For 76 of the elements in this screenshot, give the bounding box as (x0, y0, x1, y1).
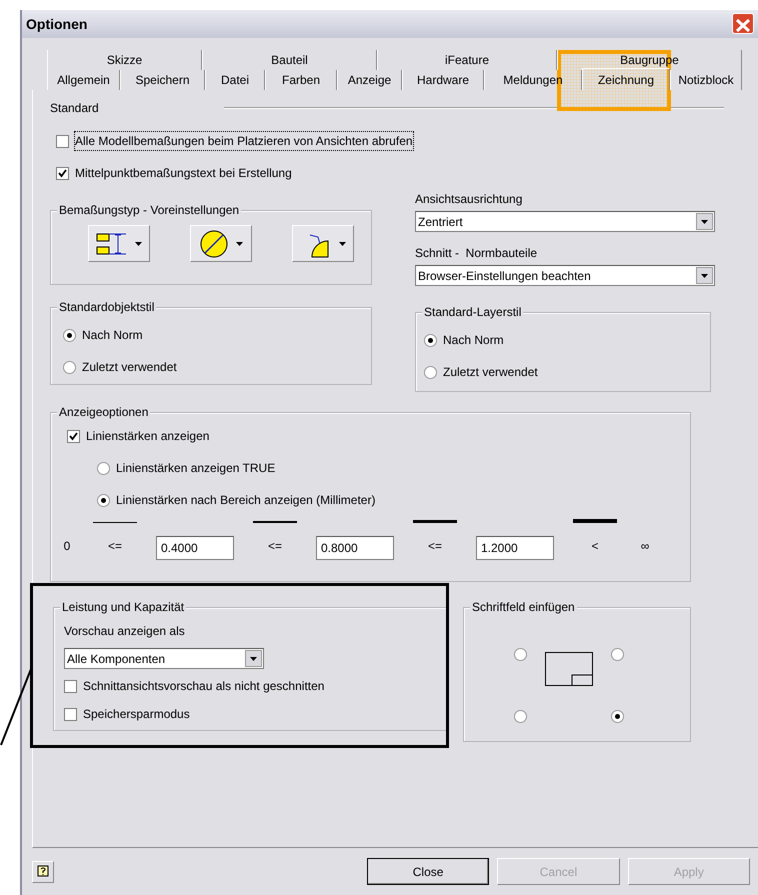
dimension-split-button[interactable] (292, 225, 354, 262)
line-weight-sample (413, 520, 457, 523)
radio-button[interactable] (611, 710, 624, 723)
line-weight-sample (253, 521, 297, 523)
tab[interactable]: Allgemein (47, 70, 120, 90)
tab[interactable]: Datei (205, 70, 265, 90)
input-field[interactable]: 0.4000 (156, 536, 234, 560)
group-title: Standardobjektstil (57, 300, 156, 314)
field-label: Ansichtsausrichtung (415, 191, 524, 208)
tab[interactable]: Skizze (47, 50, 202, 70)
checkbox[interactable] (56, 166, 69, 180)
radio-label[interactable]: Linienstärken anzeigen TRUE (116, 459, 276, 477)
input-field[interactable]: 0.8000 (316, 536, 394, 560)
radio-button[interactable] (514, 648, 527, 661)
group-title: Standard-Layerstil (422, 305, 524, 319)
radio-label[interactable]: Zuletzt verwendet (82, 358, 177, 376)
dimension-split-button[interactable] (190, 225, 252, 262)
dropdown[interactable]: Browser-Einstellungen beachten (415, 265, 715, 286)
operator-label: < (591, 538, 598, 555)
tab[interactable]: Anzeige (337, 70, 402, 90)
radio-label[interactable]: Linienstärken nach Bereich anzeigen (Millimeter) (116, 491, 376, 509)
input-field[interactable]: 1.2000 (476, 536, 554, 560)
range-label: ∞ (640, 538, 650, 555)
close-icon[interactable] (732, 13, 754, 34)
checkbox-label[interactable]: Mittelpunktbemaßungstext bei Erstellung (75, 164, 292, 182)
caret-icon[interactable] (135, 242, 142, 246)
help-button[interactable] (32, 860, 54, 882)
section-heading: Standard (50, 100, 99, 117)
title-block-icon (545, 652, 593, 686)
radio-button[interactable] (424, 334, 437, 346)
line-weight-sample (573, 519, 617, 523)
checkbox[interactable] (56, 134, 69, 148)
caret-icon[interactable] (236, 242, 244, 246)
group-title: Anzeigeoptionen (57, 405, 150, 419)
diameter-icon (198, 228, 229, 258)
group-title: Bemaßungstyp - Voreinstellungen (57, 203, 242, 217)
radio-button[interactable] (63, 360, 76, 374)
radio-button[interactable] (424, 366, 437, 378)
radio-label[interactable]: Zuletzt verwendet (443, 363, 538, 381)
checkbox[interactable] (64, 708, 77, 720)
field-label: Vorschau anzeigen als (64, 623, 186, 640)
operator-label: <= (108, 538, 122, 555)
tab[interactable]: Farben (265, 70, 337, 90)
checkbox[interactable] (64, 680, 77, 692)
dropdown[interactable]: Alle Komponenten (64, 648, 264, 669)
tab[interactable]: Speichern (120, 70, 205, 90)
radio-button[interactable] (611, 648, 624, 661)
group-title: Schriftfeld einfügen (470, 600, 577, 614)
tab[interactable]: Bauteil (202, 50, 377, 70)
checkbox[interactable] (67, 430, 80, 442)
range-label: 0 (64, 538, 70, 555)
line-weight-sample (93, 522, 137, 523)
help-icon (36, 865, 49, 880)
group-title: Leistung und Kapazität (60, 600, 186, 614)
radio-button[interactable] (97, 494, 110, 506)
dimension-split-button[interactable] (88, 225, 150, 262)
dialog-button[interactable]: Close (366, 858, 490, 885)
operator-label: <= (428, 538, 442, 555)
radio-button[interactable] (63, 328, 76, 342)
checkbox-label[interactable]: Alle Modellbemaßungen beim Platzieren von Ansichten abrufen (75, 132, 413, 150)
tab[interactable]: Notizblock (670, 70, 742, 90)
checkbox-label[interactable]: Linienstärken anzeigen (86, 427, 210, 445)
window-title: Optionen (26, 14, 88, 34)
tab[interactable]: iFeature (377, 50, 557, 70)
radio-label[interactable]: Nach Norm (443, 331, 504, 349)
tab[interactable]: Zeichnung (582, 68, 670, 90)
checkbox-label[interactable]: Speichersparmodus (83, 705, 190, 723)
radio-button[interactable] (97, 462, 110, 474)
tab[interactable]: Hardware (402, 70, 484, 90)
caret-icon[interactable] (338, 242, 346, 246)
field-label: Schnitt - Normbauteile (415, 245, 538, 262)
dropdown[interactable]: Zentriert (415, 211, 715, 232)
radio-label[interactable]: Nach Norm (82, 326, 143, 344)
operator-label: <= (268, 538, 282, 555)
checkbox-label[interactable]: Schnittansichtsvorschau als nicht geschnitten (83, 677, 324, 695)
radio-button[interactable] (514, 710, 527, 723)
